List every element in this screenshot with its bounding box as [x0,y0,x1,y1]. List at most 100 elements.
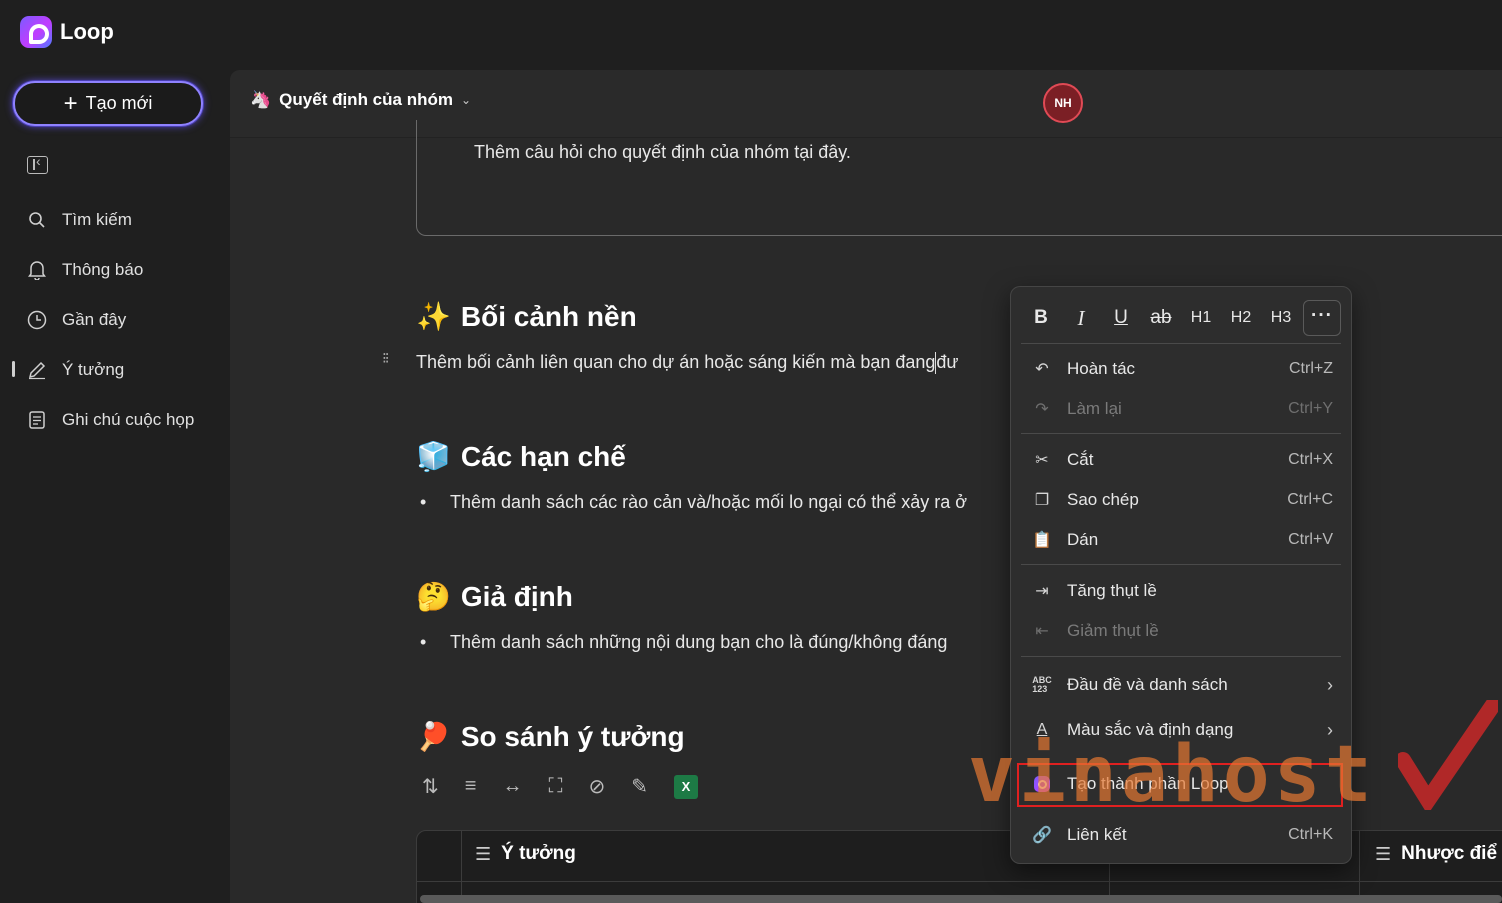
paragraph-text: Thêm bối cảnh liên quan cho dự án hoặc s… [416,352,936,372]
link-icon: 🔗 [1032,827,1052,844]
hide-icon[interactable]: ⊘ [588,774,605,799]
section-title: Bối cảnh nền [460,300,637,332]
filter-icon[interactable]: ≡ [465,775,477,798]
section-heading-assumptions[interactable]: 🤔 Giả định [416,580,573,613]
menu-item-shortcut: Ctrl+C [1287,491,1333,508]
menu-item-shortcut: Ctrl+K [1288,826,1333,843]
menu-item-headings-lists[interactable]: ABC 123 Đầu đề và danh sách › [1031,668,1333,702]
collapse-sidebar-icon[interactable] [27,153,48,174]
excel-icon[interactable]: X [673,774,698,799]
heading1-button[interactable]: H1 [1181,309,1221,327]
copy-icon: ❐ [1034,492,1050,509]
paragraph-text-tail: đư [936,352,959,372]
menu-item-label: Liên kết [1067,825,1127,844]
section-title: So sánh ý tưởng [460,720,685,752]
sparkles-icon: ✨ [416,301,451,332]
heading2-button[interactable]: H2 [1221,309,1261,327]
column-header-label: Ý tưởng [501,843,576,864]
menu-item-label: Tăng thụt lề [1067,581,1157,600]
paint-icon[interactable]: ✎ [631,774,648,799]
list-item[interactable]: Thêm danh sách những nội dung bạn cho là… [420,632,947,653]
undo-icon: ↶ [1035,361,1049,378]
italic-button[interactable]: I [1061,306,1101,331]
menu-divider [1021,564,1341,565]
sidebar-item-search[interactable]: Tìm kiếm [22,195,222,245]
app-brand[interactable]: Loop [20,16,114,48]
fit-icon[interactable]: ⛶ [548,775,562,798]
doc-title-button[interactable]: 🦄 Quyết định của nhóm ⌄ [250,90,471,110]
more-options-button[interactable]: ··· [1303,300,1341,336]
menu-item-outdent[interactable]: ⇤ Giảm thụt lề [1031,614,1333,648]
question-card[interactable] [416,120,1502,236]
loop-logo-icon [20,16,52,48]
sidebar-item-label: Ghi chú cuộc họp [62,410,195,429]
list-item[interactable]: Thêm danh sách các rào cản và/hoặc mối l… [420,492,967,513]
clock-icon [26,309,48,331]
sidebar-item-label: Ý tưởng [62,360,125,379]
section-heading-constraints[interactable]: 🧊 Các hạn chế [416,440,626,473]
scissors-icon: ✂ [1035,452,1049,469]
underline-button[interactable]: U [1101,307,1141,329]
menu-item-label: Làm lại [1067,399,1122,418]
horizontal-scrollbar[interactable] [420,895,1502,903]
column-header-idea[interactable]: ☰ Ý tưởng [475,843,576,865]
list-item-text: Thêm danh sách những nội dung bạn cho là… [450,632,948,652]
resize-columns-icon[interactable]: ↔ [502,775,522,798]
outdent-icon: ⇤ [1035,623,1049,640]
notes-icon [26,409,48,431]
sidebar-item-label: Tìm kiếm [62,210,132,229]
section-title: Các hạn chế [460,440,626,472]
sidebar-item-notifications[interactable]: Thông báo [22,245,222,295]
list-item-text: Thêm danh sách các rào cản và/hoặc mối l… [450,492,968,512]
text-color-icon: A [1036,721,1048,738]
doc-title: Quyết định của nhóm [279,90,453,109]
thinking-face-icon: 🤔 [416,581,451,612]
section-heading-background[interactable]: ✨ Bối cảnh nền [416,300,637,333]
background-paragraph[interactable]: Thêm bối cảnh liên quan cho dự án hoặc s… [416,352,959,375]
column-divider [461,831,462,903]
bold-button[interactable]: B [1021,307,1061,329]
menu-item-shortcut: Ctrl+V [1288,531,1333,548]
menu-item-copy[interactable]: ❐ Sao chép Ctrl+C [1031,483,1333,517]
menu-item-link[interactable]: 🔗 Liên kết Ctrl+K [1031,818,1333,852]
menu-item-shortcut: Ctrl+Y [1288,400,1333,417]
sidebar-item-meeting-notes[interactable]: Ghi chú cuộc họp [22,395,222,445]
sidebar-item-label: Gần đây [62,310,127,329]
question-placeholder[interactable]: Thêm câu hỏi cho quyết định của nhóm tại… [474,142,851,163]
strikethrough-button[interactable]: ab [1141,307,1181,329]
sort-icon[interactable]: ⇅ [422,774,439,799]
create-new-button[interactable]: + Tạo mới [13,81,203,126]
menu-item-label: Hoàn tác [1067,359,1136,378]
menu-item-redo[interactable]: ↷ Làm lại Ctrl+Y [1031,392,1333,426]
format-toolbar: B I U ab H1 H2 H3 ··· [1021,297,1341,339]
section-title: Giả định [460,580,573,612]
menu-item-color-format[interactable]: A Màu sắc và định dạng › [1031,713,1333,747]
drag-handle-icon[interactable]: ⁝⁝ [382,351,392,366]
plus-icon: + [63,89,78,117]
menu-item-shortcut: Ctrl+Z [1289,360,1333,377]
table-row [417,881,1502,882]
sidebar-item-recent[interactable]: Gần đây [22,295,222,345]
avatar[interactable]: NH [1043,83,1083,123]
column-header-cons[interactable]: ☰ Nhược điể [1375,843,1497,865]
menu-item-paste[interactable]: 📋 Dán Ctrl+V [1031,523,1333,557]
text-column-icon: ☰ [475,843,492,864]
sidebar-item-ideas[interactable]: Ý tưởng [12,345,222,395]
sidebar-item-label: Thông báo [62,260,144,279]
chevron-right-icon: › [1327,719,1333,740]
section-heading-idea-comparison[interactable]: 🏓 So sánh ý tưởng [416,720,685,753]
chevron-down-icon: ⌄ [460,93,472,107]
pen-icon [26,359,48,381]
unicorn-icon: 🦄 [250,90,272,109]
context-menu: B I U ab H1 H2 H3 ··· ↶ Hoàn tác Ctrl+Z … [1010,286,1352,864]
menu-item-label: Giảm thụt lề [1067,621,1159,640]
heading3-button[interactable]: H3 [1261,309,1301,327]
menu-item-label: Đầu đề và danh sách [1067,675,1228,694]
app-name: Loop [60,19,114,44]
menu-divider [1021,343,1341,344]
chevron-right-icon: › [1327,674,1333,695]
menu-item-cut[interactable]: ✂ Cắt Ctrl+X [1031,443,1333,477]
menu-item-indent[interactable]: ⇥ Tăng thụt lề [1031,574,1333,608]
text-column-icon: ☰ [1375,843,1392,864]
menu-item-undo[interactable]: ↶ Hoàn tác Ctrl+Z [1031,352,1333,386]
